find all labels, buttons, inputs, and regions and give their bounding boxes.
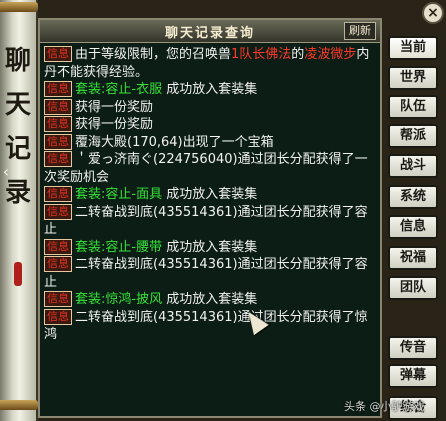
message-text: 成功放入套装集	[162, 292, 258, 307]
window-title: 聊天记录查询	[164, 26, 255, 41]
channel-guild-button[interactable]: 帮派	[388, 124, 438, 148]
chat-log-entry: 信息 套装:容止-衣服 成功放入套装集	[44, 81, 380, 99]
chat-log-entry: 信息 套装:容止-面具 成功放入套装集	[44, 186, 380, 204]
chat-log-entry: 信息 由于等级限制，您的召唤兽1队长佛法的凌波微步内丹不能获得经验。	[44, 46, 380, 81]
info-tag[interactable]: 信息	[44, 256, 72, 272]
channel-blessing-button[interactable]: 祝福	[388, 246, 438, 270]
info-tag[interactable]: 信息	[44, 203, 72, 220]
chat-log-entry: 信息 二转奋战到底(435514361)通过团长分配获得了容止	[44, 203, 380, 239]
scroll-rod-top	[0, 2, 38, 12]
message-text: ＇爱っ济南ぐ(224756040)通过团长分配获得了一次奖励机会	[44, 152, 368, 185]
message-text: 二转奋战到底(435514361)通过团长分配获得了容止	[44, 257, 368, 290]
info-tag[interactable]: 信息	[44, 46, 72, 62]
info-tag[interactable]: 信息	[44, 238, 72, 255]
channel-battle-button[interactable]: 战斗	[388, 154, 438, 178]
refresh-button[interactable]: 刷新	[344, 22, 376, 40]
channel-info-button[interactable]: 信息	[388, 215, 438, 239]
message-text: 的	[291, 47, 305, 62]
watermark: 头条 @小驴游戏	[344, 400, 425, 413]
message-text: 获得一份奖励	[75, 117, 154, 132]
message-text: 获得一份奖励	[75, 99, 154, 115]
message-text: 成功放入套装集	[162, 239, 258, 255]
chat-log-entry: 信息 获得一份奖励	[44, 116, 380, 134]
close-button[interactable]: ×	[422, 2, 444, 24]
tassel-ornament	[14, 262, 22, 286]
channel-voice-button[interactable]: 传音	[388, 336, 438, 360]
message-text: 凌波	[304, 47, 331, 62]
channel-world-button[interactable]: 世界	[388, 66, 438, 90]
info-tag[interactable]: 信息	[44, 308, 72, 325]
chat-log-entry: 信息 ＇爱っ济南ぐ(224756040)通过团长分配获得了一次奖励机会	[44, 151, 380, 186]
chat-log-entry: 信息 二转奋战到底(435514361)通过团长分配获得了容止	[44, 256, 380, 291]
title-bar: 聊天记录查询 刷新	[40, 20, 380, 43]
message-text: 二转奋战到底(435514361)通过团长分配获得了容止	[44, 204, 368, 238]
chat-log-entry: 信息 二转奋战到底(435514361)通过团长分配获得了惊鸿	[44, 308, 380, 344]
chat-log-panel: 聊天记录查询 刷新 信息 由于等级限制，您的召唤兽1队长佛法的凌波微步内丹不能获得…	[38, 18, 382, 418]
chat-log-entry: 信息 套装:容止-腰带 成功放入套装集	[44, 238, 380, 257]
channel-system-button[interactable]: 系统	[388, 185, 438, 209]
message-text: 成功放入套装集	[162, 187, 258, 202]
info-tag[interactable]: 信息	[44, 291, 72, 307]
message-text: 1队长佛法	[231, 47, 292, 62]
message-text: 套装:容止-面具	[75, 187, 163, 202]
chat-log-entry: 信息 获得一份奖励	[44, 98, 380, 117]
banner-char-2: 天	[4, 90, 31, 120]
collapse-arrow-icon[interactable]: ‹	[0, 160, 12, 184]
message-text: 套装:容止-腰带	[75, 239, 163, 255]
info-tag[interactable]: 信息	[44, 98, 72, 115]
chat-log-entry: 信息 覆海大殿(170,64)出现了一个宝箱	[44, 133, 380, 152]
message-text: 覆海大殿(170,64)出现了一个宝箱	[75, 134, 274, 150]
message-text: 二转奋战到底(435514361)通过团长分配获得了惊鸿	[44, 309, 368, 343]
info-tag[interactable]: 信息	[44, 133, 72, 150]
channel-danmaku-button[interactable]: 弹幕	[388, 364, 438, 388]
channel-team-button[interactable]: 队伍	[388, 95, 438, 119]
scroll-banner: 聊 天 记 录 ‹	[0, 0, 38, 421]
channel-current-button[interactable]: 当前	[388, 36, 438, 60]
message-text: 由于等级限制，您的召唤兽	[75, 47, 232, 62]
message-text: 套装:容止-衣服	[75, 82, 163, 97]
message-text: 成功放入套装集	[162, 82, 258, 97]
message-text: 微步	[330, 47, 357, 62]
info-tag[interactable]: 信息	[44, 151, 72, 167]
info-tag[interactable]: 信息	[44, 186, 72, 202]
channel-group-button[interactable]: 团队	[388, 276, 438, 300]
chat-log-list[interactable]: 信息 由于等级限制，您的召唤兽1队长佛法的凌波微步内丹不能获得经验。 信息 套装:容止…	[44, 46, 380, 416]
info-tag[interactable]: 信息	[44, 116, 72, 132]
message-text: 套装:惊鸿-披风	[75, 292, 163, 307]
scroll-rod-bottom	[0, 400, 38, 410]
banner-char-1: 聊	[4, 46, 31, 76]
info-tag[interactable]: 信息	[44, 81, 72, 97]
chat-log-entry: 信息 套装:惊鸿-披风 成功放入套装集	[44, 291, 380, 309]
